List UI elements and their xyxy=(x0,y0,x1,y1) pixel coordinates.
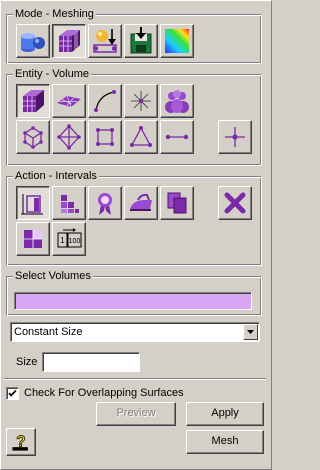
entity-vertex-button[interactable] xyxy=(124,84,158,118)
action-refine-button[interactable] xyxy=(16,222,50,256)
help-icon: ? xyxy=(12,433,28,451)
boundary-conditions-button[interactable] xyxy=(88,24,122,58)
size-label: Size xyxy=(16,356,38,368)
renumber-icon: 1 100 xyxy=(57,228,82,248)
help-button[interactable]: ? xyxy=(6,428,36,456)
hex-element-icon xyxy=(23,126,43,149)
svg-text:1: 1 xyxy=(60,236,65,245)
entity-tet-button[interactable] xyxy=(52,120,86,154)
smooth-iron-icon xyxy=(130,193,152,211)
tri-element-icon xyxy=(130,126,152,147)
geometry-mode-button[interactable] xyxy=(16,24,50,58)
entity-surface-button[interactable] xyxy=(52,84,86,118)
entity-edge-button[interactable] xyxy=(160,120,194,154)
apply-button[interactable]: Apply xyxy=(186,402,264,426)
overlap-label: Check For Overlapping Surfaces xyxy=(24,387,184,399)
delete-mesh-icon xyxy=(224,192,246,214)
mode-group-label: Mode - Meshing xyxy=(13,8,96,21)
entity-hex-button[interactable] xyxy=(16,120,50,154)
entity-group-label: Entity - Volume xyxy=(13,68,91,81)
chevron-down-icon xyxy=(247,330,254,334)
group-icon xyxy=(165,90,189,113)
size-input[interactable] xyxy=(42,352,140,372)
action-group-label: Action - Intervals xyxy=(13,170,99,183)
intervals-icon xyxy=(21,194,43,215)
select-volumes-field[interactable] xyxy=(14,292,252,310)
export-mesh-button[interactable] xyxy=(124,24,158,58)
edge-element-icon xyxy=(165,134,189,140)
sizing-scheme-value: Constant Size xyxy=(14,326,83,338)
curve-icon xyxy=(94,90,116,112)
action-scheme-button[interactable] xyxy=(52,186,86,220)
entity-curve-button[interactable] xyxy=(88,84,122,118)
copy-mesh-icon xyxy=(167,192,187,214)
overlap-checkbox[interactable] xyxy=(6,387,19,400)
svg-text:100: 100 xyxy=(69,238,81,245)
action-delete-button[interactable] xyxy=(218,186,252,220)
entity-tri-button[interactable] xyxy=(124,120,158,154)
tet-element-icon xyxy=(57,124,81,150)
geometry-mode-icon xyxy=(21,33,45,52)
svg-text:?: ? xyxy=(16,433,25,450)
action-quality-button[interactable] xyxy=(88,186,122,220)
entity-quad-button[interactable] xyxy=(88,120,122,154)
analysis-contour-button[interactable] xyxy=(160,24,194,58)
action-copy-button[interactable] xyxy=(160,186,194,220)
mesh-button[interactable]: Mesh xyxy=(186,430,264,454)
refine-icon xyxy=(24,230,42,248)
action-renumber-button[interactable]: 1 100 xyxy=(52,222,86,256)
entity-volume-button[interactable] xyxy=(16,84,50,118)
scheme-icon xyxy=(61,195,79,213)
apply-button-label: Apply xyxy=(211,407,239,419)
analysis-contour-icon xyxy=(165,29,189,53)
action-smooth-button[interactable] xyxy=(124,186,158,220)
entity-node-button[interactable] xyxy=(218,120,252,154)
sizing-scheme-select[interactable]: Constant Size xyxy=(10,322,260,342)
surface-icon xyxy=(57,95,81,108)
preview-button[interactable]: Preview xyxy=(96,402,176,426)
action-intervals-button[interactable] xyxy=(16,186,50,220)
export-mesh-icon xyxy=(130,27,152,54)
quad-element-icon xyxy=(96,128,114,146)
meshing-mode-icon xyxy=(59,30,80,52)
volume-icon xyxy=(23,90,44,112)
checkmark-icon xyxy=(8,389,17,397)
vertex-icon xyxy=(131,91,151,111)
mesh-button-label: Mesh xyxy=(211,435,239,447)
meshing-mode-button[interactable] xyxy=(52,24,86,58)
preview-button-label: Preview xyxy=(116,407,156,419)
select-volumes-label: Select Volumes xyxy=(13,270,93,283)
boundary-conditions-icon xyxy=(93,29,117,53)
entity-group-button[interactable] xyxy=(160,84,194,118)
dropdown-button[interactable] xyxy=(243,324,258,340)
node-icon xyxy=(225,127,245,147)
separator xyxy=(4,378,266,380)
quality-ribbon-icon xyxy=(98,193,112,215)
